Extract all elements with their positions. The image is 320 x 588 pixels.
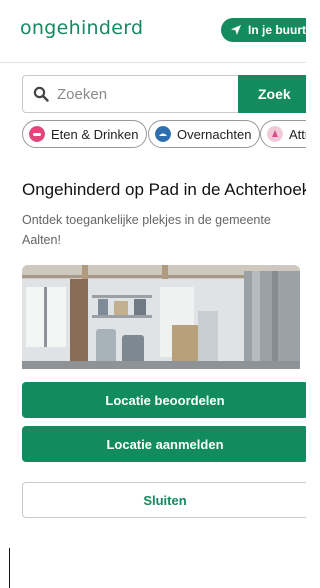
chip-label: Attracties: [289, 126, 306, 142]
chip-label: Overnachten: [177, 126, 252, 142]
app-screen: ongehinderd In je buurt Zoek Eten & Drin…: [0, 0, 306, 588]
near-me-button[interactable]: In je buurt: [221, 18, 306, 42]
chip-attracties[interactable]: Attracties: [260, 120, 306, 148]
register-location-button[interactable]: Locatie aanmelden: [22, 426, 306, 462]
close-button[interactable]: Sluiten: [22, 482, 306, 518]
top-header: ongehinderd In je buurt: [0, 0, 306, 62]
photo-illustration: [22, 265, 300, 375]
rate-location-button[interactable]: Locatie beoordelen: [22, 382, 306, 418]
chip-eten-drinken[interactable]: Eten & Drinken: [22, 120, 148, 148]
attraction-icon: [267, 126, 283, 142]
action-sheet: Locatie beoordelen Locatie aanmelden Slu…: [0, 369, 306, 588]
app-logo[interactable]: ongehinderd: [20, 17, 143, 39]
chip-label: Eten & Drinken: [51, 126, 139, 142]
bed-icon: [155, 126, 171, 142]
food-icon: [29, 126, 45, 142]
edge-divider: [9, 548, 10, 588]
search-button[interactable]: Zoek: [238, 75, 306, 113]
search-icon: [33, 86, 49, 102]
header-divider: [0, 62, 306, 63]
location-photo[interactable]: [22, 265, 300, 375]
chip-overnachten[interactable]: Overnachten: [148, 120, 261, 148]
page-title: Ongehinderd op Pad in de Achterhoek: [22, 180, 306, 199]
page-description: Ontdek toegankelijke plekjes in de gemee…: [22, 213, 271, 247]
navigation-arrow-icon: [231, 25, 241, 35]
near-me-label: In je buurt: [248, 23, 306, 37]
search-input[interactable]: [57, 85, 217, 103]
category-chips: Eten & Drinken Overnachten Attracties: [22, 120, 306, 148]
search-field[interactable]: [22, 75, 238, 113]
